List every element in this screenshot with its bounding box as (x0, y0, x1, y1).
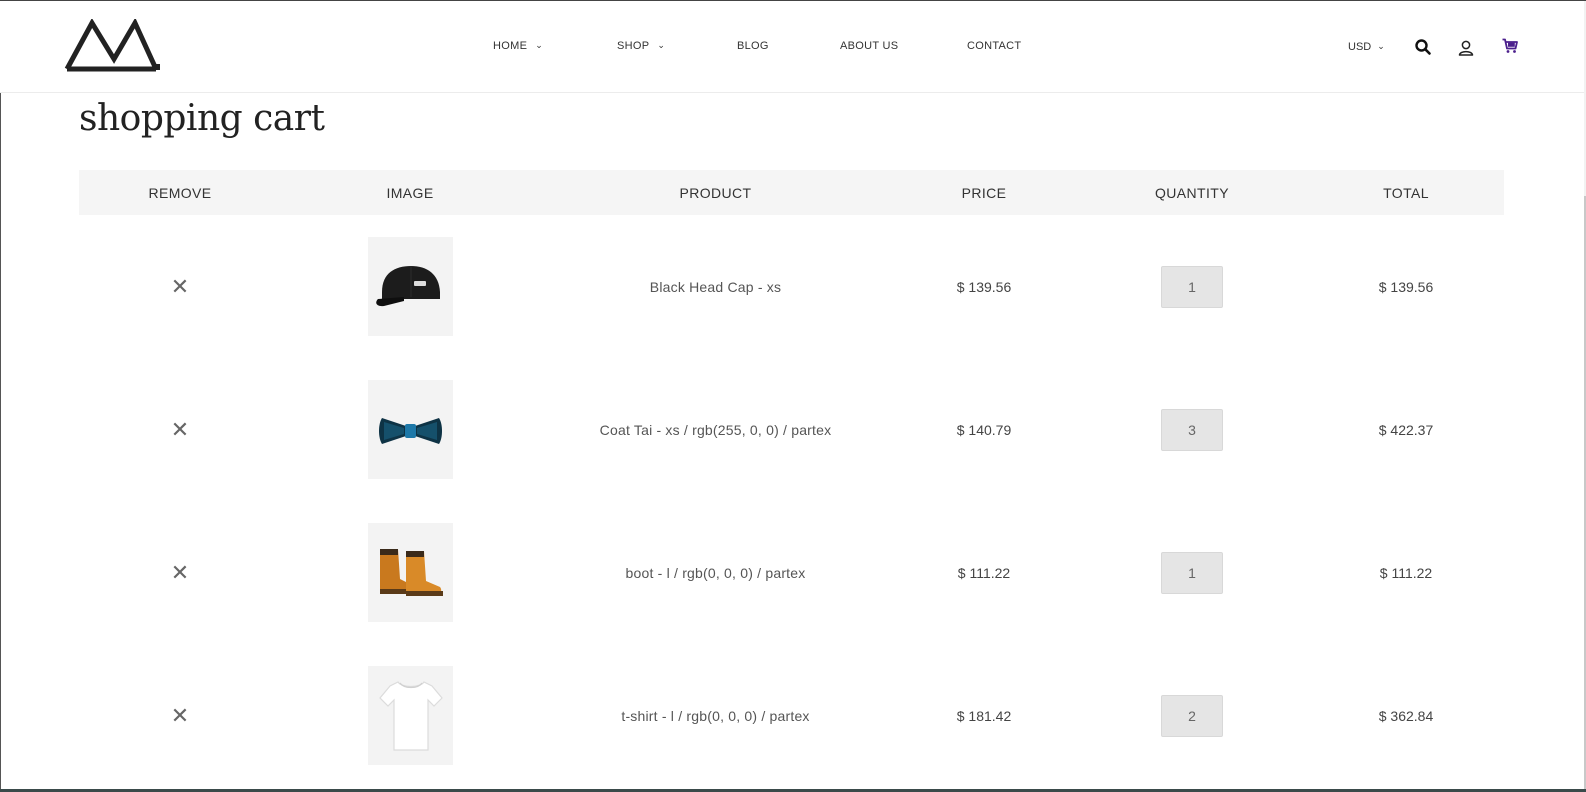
nav-item-shop[interactable]: SHOP ⌄ (617, 40, 665, 52)
nav-item-label: ABOUT US (840, 40, 899, 52)
site-header: HOME ⌄ SHOP ⌄ BLOG ABOUT US CONTACT USD ⌄ (0, 1, 1586, 93)
column-header-remove: REMOVE (148, 184, 212, 201)
price-cell: $ 140.79 (892, 358, 1076, 501)
nav-item-label: CONTACT (967, 40, 1022, 52)
total-cell: $ 362.84 (1308, 644, 1504, 787)
product-cell: boot - l / rgb(0, 0, 0) / partex (539, 501, 892, 644)
product-thumbnail[interactable] (367, 666, 453, 765)
image-cell (281, 644, 539, 787)
quantity-input[interactable]: 2 (1161, 694, 1223, 737)
cart-table-body: ✕ Black Head Cap - xs $ 139.56 1 $ 139.5… (79, 215, 1504, 787)
quantity-cell: 1 (1076, 215, 1308, 358)
product-name-link[interactable]: boot - l / rgb(0, 0, 0) / partex (626, 565, 806, 581)
product-cell: t-shirt - l / rgb(0, 0, 0) / partex (539, 644, 892, 787)
search-button[interactable] (1414, 38, 1432, 56)
search-icon (1415, 39, 1431, 55)
remove-item-button[interactable]: ✕ (171, 275, 189, 298)
column-header-total: TOTAL (1383, 184, 1429, 201)
quantity-input[interactable]: 1 (1161, 551, 1223, 594)
bow-tie-icon (378, 418, 442, 444)
remove-cell: ✕ (79, 501, 281, 644)
quantity-cell: 1 (1076, 501, 1308, 644)
currency-label: USD (1348, 41, 1372, 53)
cart-row: ✕ Black Head Cap - xs $ 139.56 1 $ 139.5… (79, 215, 1504, 358)
product-thumbnail[interactable] (367, 523, 453, 622)
quantity-input[interactable]: 3 (1161, 408, 1223, 451)
column-header-product: PRODUCT (679, 184, 752, 201)
quantity-cell: 2 (1076, 644, 1308, 787)
line-total: $ 362.84 (1378, 707, 1434, 724)
black-cap-icon (375, 266, 440, 307)
price-cell: $ 111.22 (892, 501, 1076, 644)
product-name-link[interactable]: t-shirt - l / rgb(0, 0, 0) / partex (621, 708, 809, 724)
product-thumbnail[interactable] (367, 237, 453, 336)
line-total: $ 422.37 (1378, 421, 1434, 438)
boots-icon (379, 549, 443, 596)
chevron-down-icon: ⌄ (657, 40, 666, 50)
unit-price: $ 181.42 (956, 707, 1012, 724)
currency-selector[interactable]: USD ⌄ (1348, 41, 1385, 53)
cart-header-row: REMOVE IMAGE PRODUCT PRICE QUANTITY TOTA… (79, 170, 1504, 215)
window-top-edge (0, 0, 1586, 1)
cart-icon (1502, 38, 1518, 53)
column-header-image: IMAGE (386, 184, 434, 201)
nav-item-label: SHOP (617, 40, 650, 52)
page-title: shopping cart (79, 98, 325, 139)
line-total: $ 139.56 (1378, 278, 1434, 295)
product-thumbnail[interactable] (367, 380, 453, 479)
cart-row: ✕ boot - l / rgb(0, 0, 0) / partex $ 111… (79, 501, 1504, 644)
user-icon (1458, 40, 1474, 56)
image-cell (281, 501, 539, 644)
total-cell: $ 139.56 (1308, 215, 1504, 358)
nav-item-contact[interactable]: CONTACT (967, 40, 1021, 52)
remove-item-button[interactable]: ✕ (171, 561, 189, 584)
account-button[interactable] (1457, 39, 1475, 57)
image-cell (281, 215, 539, 358)
remove-item-button[interactable]: ✕ (171, 704, 189, 727)
nav-item-label: HOME (493, 40, 528, 52)
nav-item-home[interactable]: HOME ⌄ (493, 40, 543, 52)
remove-cell: ✕ (79, 644, 281, 787)
tshirt-icon (378, 681, 443, 751)
remove-item-button[interactable]: ✕ (171, 418, 189, 441)
nav-item-label: BLOG (737, 40, 769, 52)
price-cell: $ 181.42 (892, 644, 1076, 787)
unit-price: $ 111.22 (957, 564, 1011, 581)
quantity-input[interactable]: 1 (1161, 265, 1223, 308)
total-cell: $ 111.22 (1308, 501, 1504, 644)
product-name-link[interactable]: Black Head Cap - xs (650, 279, 781, 295)
quantity-cell: 3 (1076, 358, 1308, 501)
unit-price: $ 140.79 (956, 421, 1012, 438)
column-header-quantity: QUANTITY (1155, 184, 1229, 201)
cart-row: ✕ Coat Tai - xs / rgb(255, 0, 0) / parte… (79, 358, 1504, 501)
price-cell: $ 139.56 (892, 215, 1076, 358)
remove-cell: ✕ (79, 215, 281, 358)
nav-item-about-us[interactable]: ABOUT US (840, 40, 898, 52)
nav-item-blog[interactable]: BLOG (737, 40, 769, 52)
cart-button[interactable] (1501, 37, 1519, 55)
product-cell: Black Head Cap - xs (539, 215, 892, 358)
window-edge (0, 0, 1, 792)
product-cell: Coat Tai - xs / rgb(255, 0, 0) / partex (539, 358, 892, 501)
product-name-link[interactable]: Coat Tai - xs / rgb(255, 0, 0) / partex (600, 422, 832, 438)
remove-cell: ✕ (79, 358, 281, 501)
cart-row: ✕ t-shirt - l / rgb(0, 0, 0) / partex $ … (79, 644, 1504, 787)
chevron-down-icon: ⌄ (535, 40, 544, 50)
line-total: $ 111.22 (1379, 564, 1433, 581)
column-header-price: PRICE (961, 184, 1007, 201)
chevron-down-icon: ⌄ (1377, 41, 1385, 51)
total-cell: $ 422.37 (1308, 358, 1504, 501)
image-cell (281, 358, 539, 501)
unit-price: $ 139.56 (956, 278, 1012, 295)
cart-table: REMOVE IMAGE PRODUCT PRICE QUANTITY TOTA… (79, 170, 1504, 787)
cart-table-header: REMOVE IMAGE PRODUCT PRICE QUANTITY TOTA… (79, 170, 1504, 215)
